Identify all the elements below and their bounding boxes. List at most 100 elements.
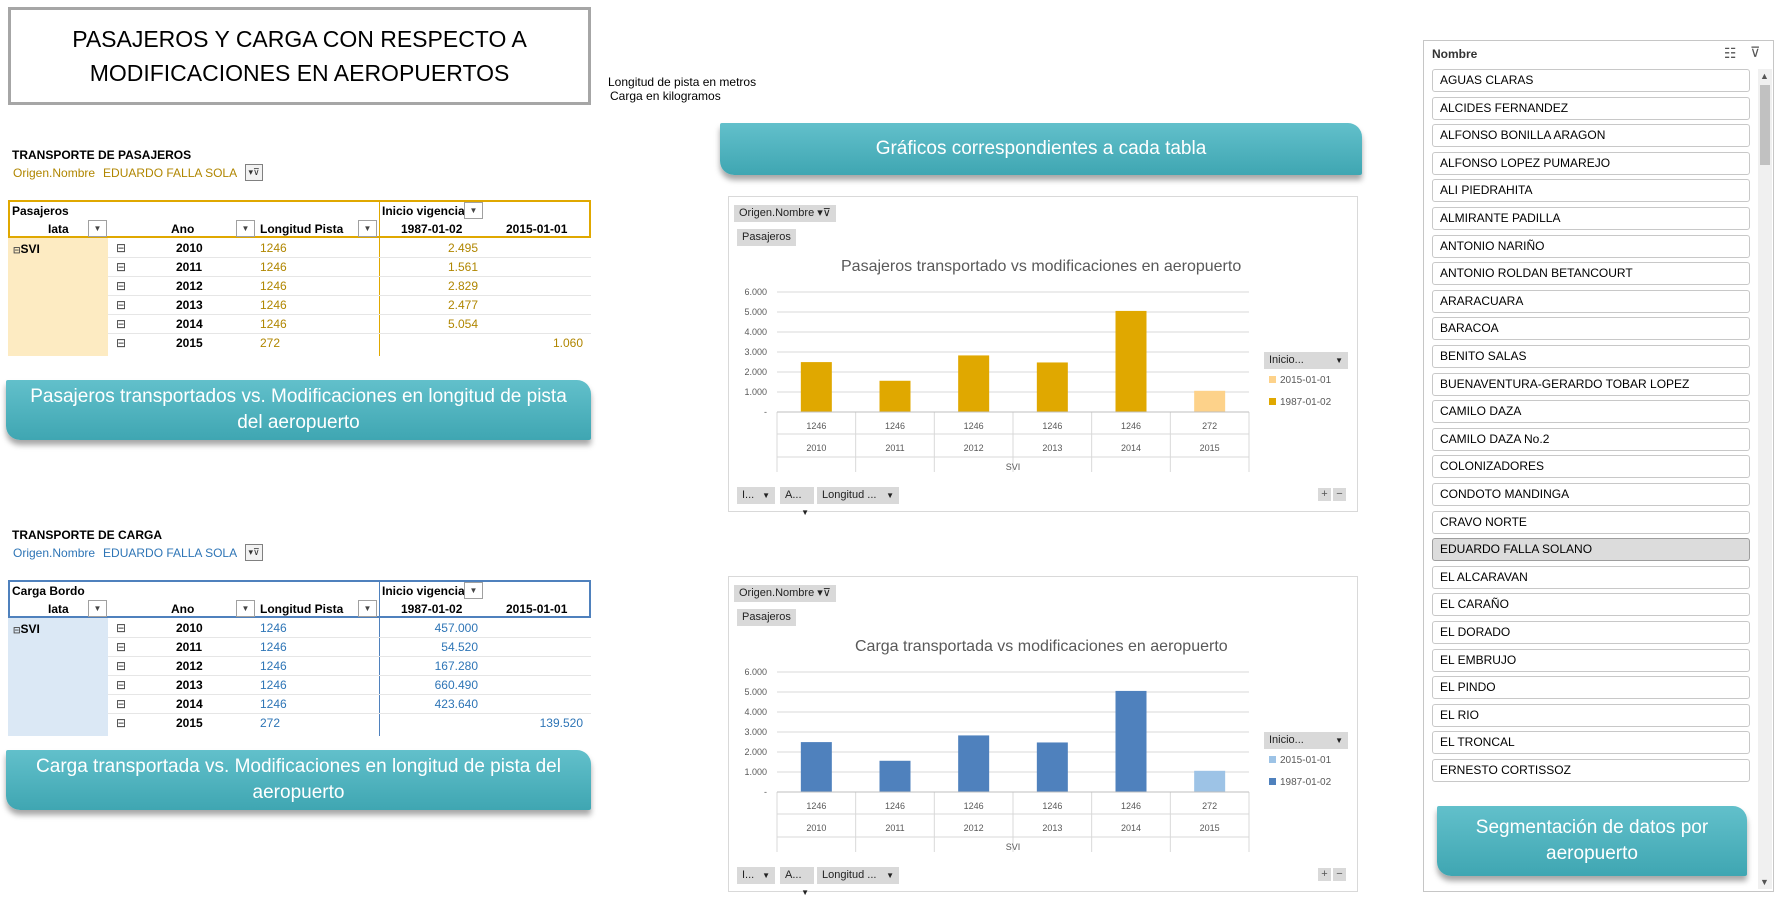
row-collapse-icon[interactable]: ⊟ [116,640,126,654]
zoom-out-button[interactable]: − [1333,488,1346,501]
row-collapse-icon[interactable]: ⊟ [116,260,126,274]
slicer-item[interactable]: EDUARDO FALLA SOLANO [1432,538,1750,561]
axis-chip-longitud[interactable]: Longitud ... ▼ [817,867,899,884]
scroll-down-icon[interactable]: ▼ [1760,877,1769,887]
legend-swatch [1269,756,1276,763]
row-runway-length: 272 [260,716,281,730]
slicer-item[interactable]: EL CARAÑO [1432,593,1750,616]
slicer-item[interactable]: CONDOTO MANDINGA [1432,483,1750,506]
row-collapse-icon[interactable]: ⊟ [116,279,126,293]
row-year: 2011 [176,260,203,274]
banner-cargo: Carga transportada vs. Modificaciones en… [6,750,591,810]
multi-select-icon[interactable]: ☷ [1724,45,1737,62]
cargo-filter: Origen.Nombre EDUARDO FALLA SOLA ▾⊽ [13,544,264,561]
slicer-item[interactable]: EL DORADO [1432,621,1750,644]
x-tick-label: 2012 [964,823,984,833]
row-divider [108,675,591,676]
row-runway-length: 1246 [260,697,287,711]
row-value-1987: 457.000 [434,621,478,635]
passenger-filter-icon[interactable]: ▾⊽ [245,164,264,181]
x-sublabel-runway: 1246 [885,421,905,431]
slicer-item[interactable]: AGUAS CLARAS [1432,69,1750,92]
slicer-item[interactable]: EL EMBRUJO [1432,649,1750,672]
passenger-chart-card[interactable]: Origen.Nombre ▾⊽ Pasajeros Pasajeros tra… [728,196,1358,517]
row-collapse-icon[interactable]: ⊟ [116,716,126,730]
slicer-item[interactable]: ALMIRANTE PADILLA [1432,207,1750,230]
x-sublabel-runway: 1246 [964,421,984,431]
cargo-filter-icon[interactable]: ▾⊽ [245,544,264,561]
zoom-in-button[interactable]: + [1318,488,1331,501]
slicer-item[interactable]: BARACOA [1432,317,1750,340]
row-collapse-icon[interactable]: ⊟ [116,659,126,673]
slicer-item[interactable]: ALI PIEDRAHITA [1432,179,1750,202]
banner-slicer: Segmentación de datos por aeropuerto [1437,806,1747,876]
row-year: 2010 [176,621,203,635]
axis-chip-iata[interactable]: I... ▼ [737,487,775,504]
col-field-dropdown-icon[interactable]: ▼ [464,582,483,599]
row-collapse-icon[interactable]: ⊟ [116,336,126,350]
slicer-item[interactable]: ALFONSO LOPEZ PUMAREJO [1432,152,1750,175]
row-divider [108,314,591,315]
iata-dropdown-icon[interactable]: ▼ [88,220,107,237]
scroll-thumb[interactable] [1760,85,1770,165]
slicer-item[interactable]: CAMILO DAZA [1432,400,1750,423]
ano-dropdown-icon[interactable]: ▼ [236,220,255,237]
iata-header: Iata [48,602,69,616]
slicer-item[interactable]: BUENAVENTURA-GERARDO TOBAR LOPEZ [1432,373,1750,396]
slicer-item[interactable]: BENITO SALAS [1432,345,1750,368]
slicer-item[interactable]: COLONIZADORES [1432,455,1750,478]
slicer-item[interactable]: CRAVO NORTE [1432,511,1750,534]
clear-filter-icon[interactable]: ⊽ [1750,44,1760,61]
ano-dropdown-icon[interactable]: ▼ [236,600,255,617]
slicer-item[interactable]: ANTONIO ROLDAN BETANCOURT [1432,262,1750,285]
row-collapse-icon[interactable]: ⊟ [116,621,126,635]
zoom-in-button[interactable]: + [1318,868,1331,881]
slicer-item[interactable]: ALFONSO BONILLA ARAGON [1432,124,1750,147]
row-year: 2013 [176,298,203,312]
y-tick-label: 3.000 [744,347,767,357]
zoom-out-button[interactable]: − [1333,868,1346,881]
iata-value[interactable]: ⊟SVI [13,622,40,636]
slicer-item[interactable]: EL TRONCAL [1432,731,1750,754]
slicer-item[interactable]: EL RIO [1432,704,1750,727]
longitud-dropdown-icon[interactable]: ▼ [358,600,377,617]
axis-chip-ano[interactable]: A... ▼ [780,867,814,897]
slicer-scrollbar[interactable]: ▲ ▼ [1758,69,1772,889]
row-value-1987: 5.054 [447,317,478,331]
slicer-item[interactable]: ALCIDES FERNANDEZ [1432,97,1750,120]
slicer-item[interactable]: ARARACUARA [1432,290,1750,313]
row-collapse-icon[interactable]: ⊟ [116,678,126,692]
legend-chip[interactable]: Inicio... ▼ [1264,352,1348,369]
row-collapse-icon[interactable]: ⊟ [116,298,126,312]
x-sublabel-runway: 1246 [1042,421,1062,431]
col-field-label: Inicio vigencia [382,584,465,598]
row-year: 2010 [176,241,203,255]
longitud-dropdown-icon[interactable]: ▼ [358,220,377,237]
axis-chip-iata[interactable]: I... ▼ [737,867,775,884]
legend-chip[interactable]: Inicio... ▼ [1264,732,1348,749]
cargo-chart-card[interactable]: Origen.Nombre ▾⊽ Pasajeros Carga transpo… [728,576,1358,897]
slicer-item[interactable]: EL ALCARAVAN [1432,566,1750,589]
legend-item-2015: 2015-01-01 [1269,375,1331,386]
axis-chip-longitud[interactable]: Longitud ... ▼ [817,487,899,504]
axis-chip-ano[interactable]: A... ▼ [780,487,814,517]
iata-dropdown-icon[interactable]: ▼ [88,600,107,617]
slicer-item[interactable]: EL PINDO [1432,676,1750,699]
cargo-section-title: TRANSPORTE DE CARGA [12,528,163,542]
slicer-item[interactable]: ERNESTO CORTISSOZ [1432,759,1750,782]
slicer-item[interactable]: ANTONIO NARIÑO [1432,235,1750,258]
scroll-up-icon[interactable]: ▲ [1760,71,1769,81]
slicer-item[interactable]: CAMILO DAZA No.2 [1432,428,1750,451]
row-collapse-icon[interactable]: ⊟ [116,317,126,331]
col-2015-header: 2015-01-01 [506,222,568,236]
row-value-1987: 2.477 [447,298,478,312]
legend-item-2015: 2015-01-01 [1269,755,1331,766]
row-year: 2015 [176,716,203,730]
iata-value[interactable]: ⊟SVI [13,242,40,256]
legend-item-1987: 1987-01-02 [1269,397,1331,408]
row-collapse-icon[interactable]: ⊟ [116,241,126,255]
x-group-label: SVI [1006,842,1021,852]
row-collapse-icon[interactable]: ⊟ [116,697,126,711]
y-tick-label: - [764,787,767,797]
col-field-dropdown-icon[interactable]: ▼ [464,202,483,219]
